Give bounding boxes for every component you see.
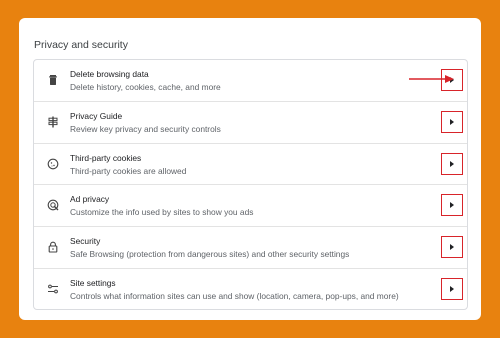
chevron-right-icon <box>450 118 454 125</box>
open-arrow-button[interactable] <box>441 194 463 217</box>
list-item-privacy-guide[interactable]: Privacy Guide Review key privacy and sec… <box>34 102 467 144</box>
trash-icon <box>47 74 59 86</box>
annotation-arrow <box>409 75 454 83</box>
row-description: Safe Browsing (protection from dangerous… <box>70 249 350 260</box>
row-description: Controls what information sites can use … <box>70 290 399 301</box>
chevron-right-icon <box>450 285 454 292</box>
ad-privacy-icon <box>47 199 59 211</box>
open-arrow-button[interactable] <box>441 110 463 133</box>
row-title: Privacy Guide <box>70 110 123 121</box>
open-arrow-button[interactable] <box>441 152 463 175</box>
sliders-icon <box>47 283 59 295</box>
row-description: Third-party cookies are allowed <box>70 165 187 176</box>
row-title: Security <box>70 236 101 247</box>
open-arrow-button[interactable] <box>441 236 463 259</box>
row-title: Ad privacy <box>70 194 110 205</box>
lock-icon <box>47 241 59 253</box>
list-item-third-party-cookies[interactable]: Third-party cookies Third-party cookies … <box>34 144 467 186</box>
chevron-right-icon <box>450 244 454 251</box>
row-title: Site settings <box>70 277 116 288</box>
chevron-right-icon <box>450 202 454 209</box>
list-item-site-settings[interactable]: Site settings Controls what information … <box>34 269 467 309</box>
section-title: Privacy and security <box>34 39 128 51</box>
list-item-delete-browsing-data[interactable]: Delete browsing data Delete history, coo… <box>34 60 467 102</box>
privacy-guide-icon <box>47 116 59 128</box>
list-item-ad-privacy[interactable]: Ad privacy Customize the info used by si… <box>34 185 467 228</box>
list-item-security[interactable]: Security Safe Browsing (protection from … <box>34 227 467 269</box>
privacy-settings-list: Delete browsing data Delete history, coo… <box>33 59 468 310</box>
chevron-right-icon <box>450 160 454 167</box>
settings-panel: Privacy and security Delete browsing dat… <box>19 18 481 320</box>
row-title: Delete browsing data <box>70 69 149 79</box>
cookie-icon <box>47 158 59 170</box>
row-description: Delete history, cookies, cache, and more <box>70 82 221 92</box>
row-description: Review key privacy and security controls <box>70 123 221 134</box>
row-description: Customize the info used by sites to show… <box>70 207 254 218</box>
open-arrow-button[interactable] <box>441 277 463 300</box>
row-title: Third-party cookies <box>70 152 142 163</box>
